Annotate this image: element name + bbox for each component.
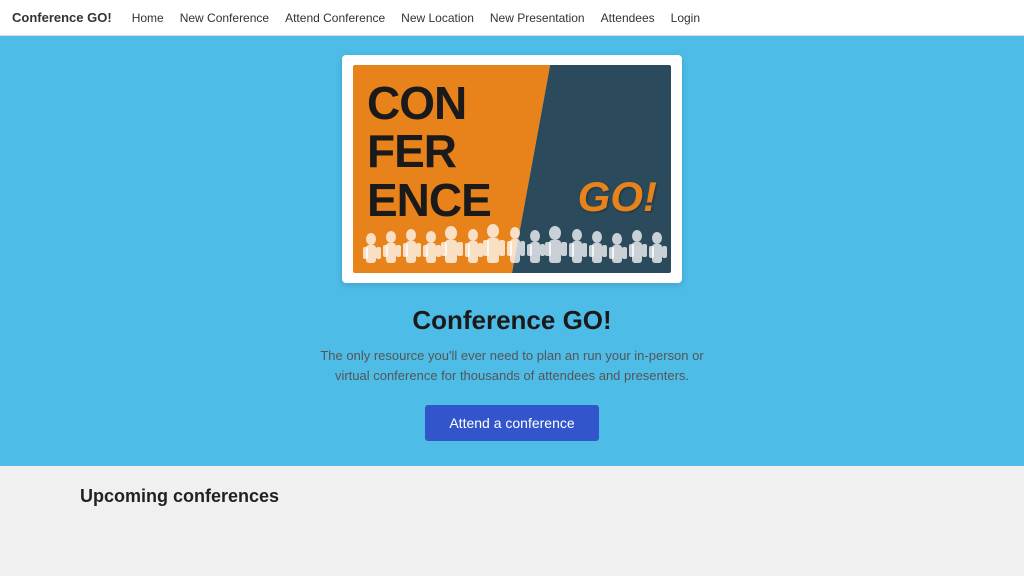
logo-inner: CONFERENCE GO!	[353, 65, 671, 273]
brand-logo: Conference GO!	[12, 10, 112, 25]
nav-links: Home New Conference Attend Conference Ne…	[132, 11, 700, 25]
nav-attendees[interactable]: Attendees	[601, 11, 655, 25]
nav-new-location[interactable]: New Location	[401, 11, 474, 25]
navbar: Conference GO! Home New Conference Atten…	[0, 0, 1024, 36]
hero-title: Conference GO!	[412, 305, 611, 336]
nav-attend-conference[interactable]: Attend Conference	[285, 11, 385, 25]
nav-home[interactable]: Home	[132, 11, 164, 25]
bottom-section: Upcoming conferences	[0, 466, 1024, 576]
nav-new-conference[interactable]: New Conference	[180, 11, 269, 25]
nav-new-presentation[interactable]: New Presentation	[490, 11, 585, 25]
hero-subtitle: The only resource you'll ever need to pl…	[302, 346, 722, 385]
people-silhouettes	[353, 221, 671, 273]
upcoming-conferences-title: Upcoming conferences	[80, 486, 944, 507]
attend-conference-button[interactable]: Attend a conference	[425, 405, 598, 441]
conference-text: CONFERENCE	[367, 79, 491, 224]
hero-section: CONFERENCE GO!	[0, 36, 1024, 466]
go-text: GO!	[578, 173, 657, 221]
nav-login[interactable]: Login	[671, 11, 700, 25]
logo-card: CONFERENCE GO!	[342, 55, 682, 283]
